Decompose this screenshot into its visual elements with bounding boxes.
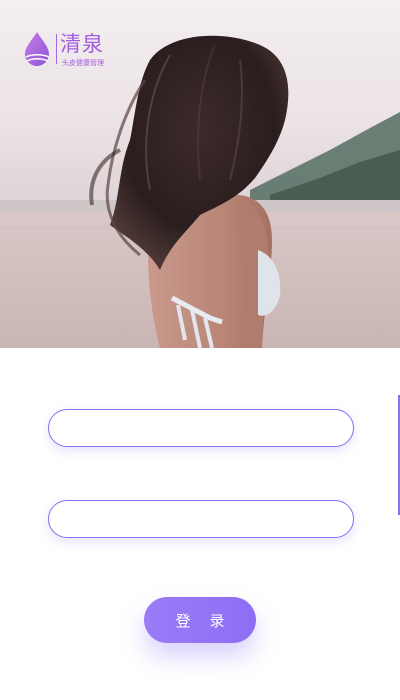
password-input[interactable]	[49, 501, 353, 537]
username-input[interactable]	[49, 410, 353, 446]
water-drop-icon	[25, 32, 50, 66]
login-button-label: 登 录	[175, 611, 225, 630]
brand-logo: 清泉 头皮健康管理	[22, 28, 132, 72]
login-page: 清泉 头皮健康管理 登 录	[0, 0, 400, 700]
login-button[interactable]: 登 录	[144, 597, 256, 643]
username-field[interactable]	[48, 409, 354, 447]
password-field[interactable]	[48, 500, 354, 538]
brand-name: 清泉	[60, 32, 104, 56]
logo-divider	[56, 34, 57, 64]
brand-tagline: 头皮健康管理	[62, 59, 104, 67]
